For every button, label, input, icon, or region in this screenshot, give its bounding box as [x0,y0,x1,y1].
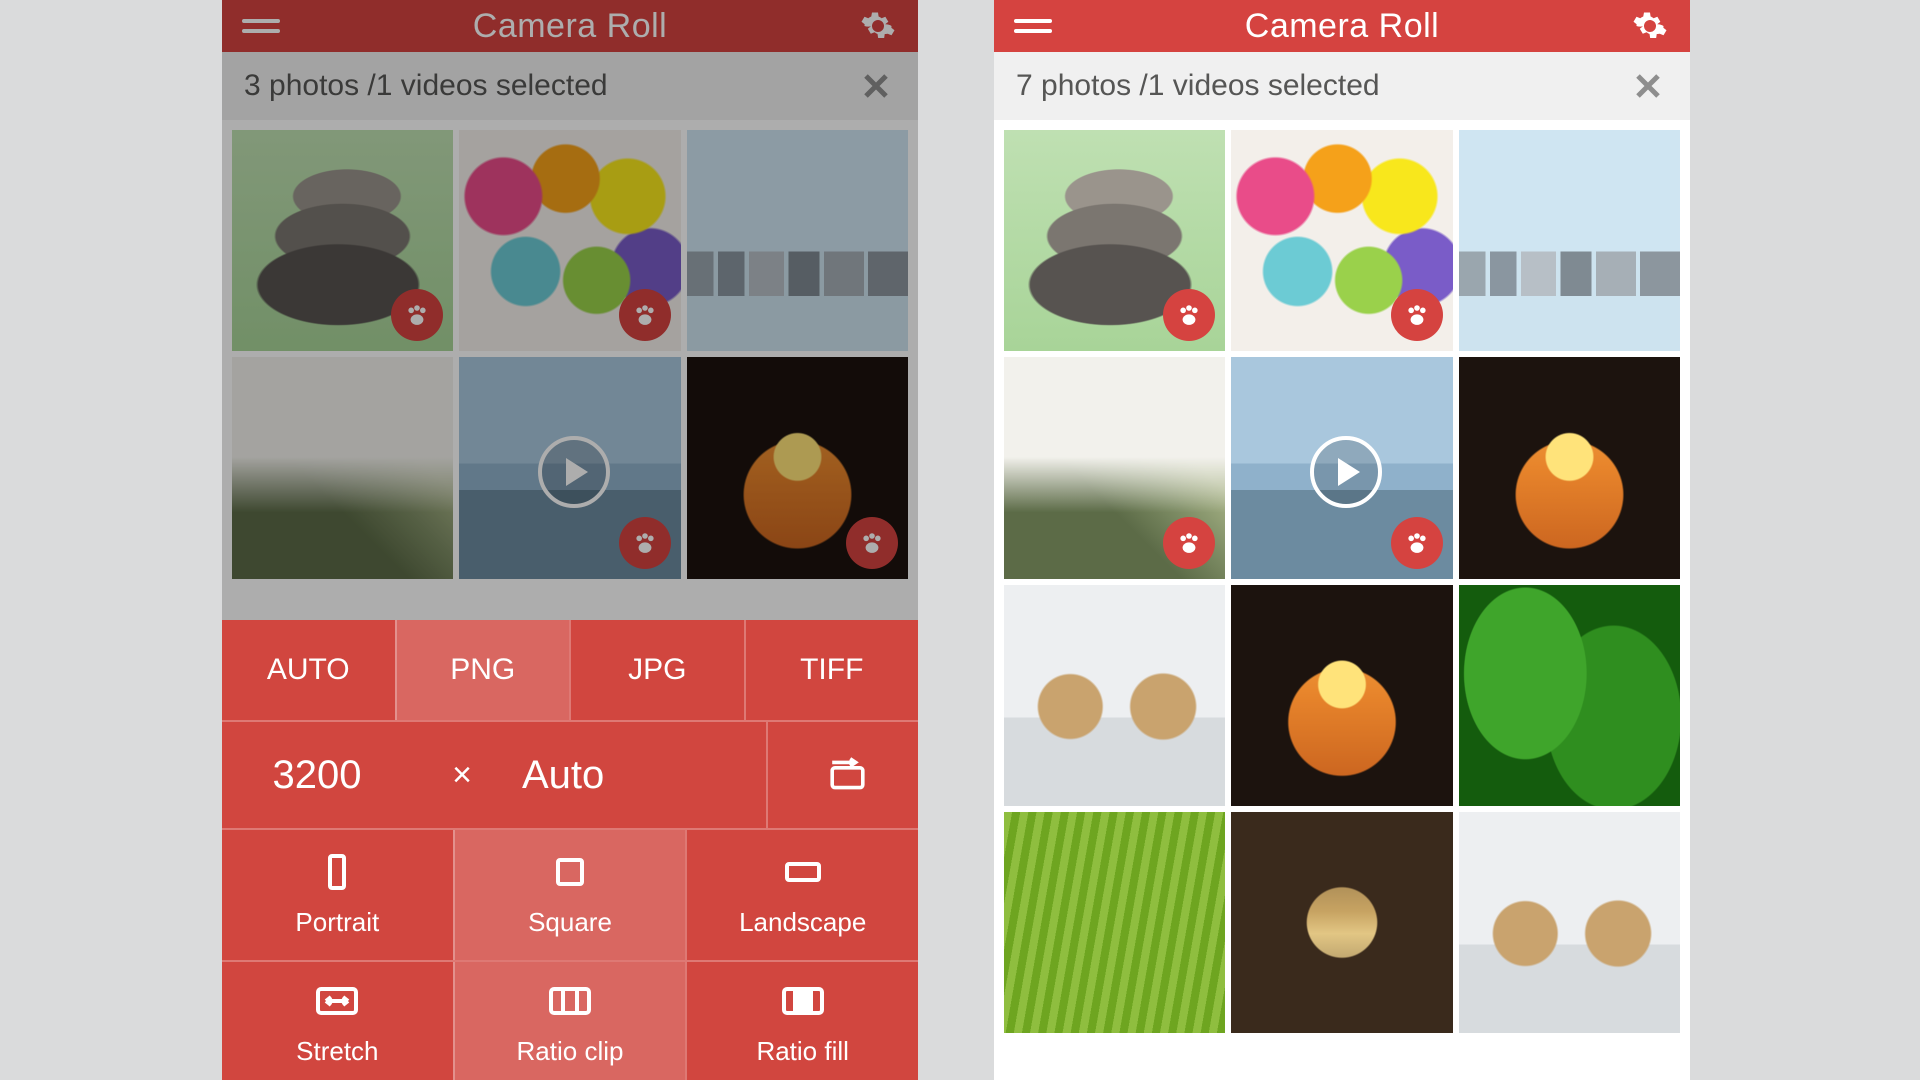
photo-thumbnail[interactable] [1459,357,1680,578]
app-bar: Camera Roll [994,0,1690,52]
fit-label: Ratio fill [756,1036,848,1067]
export-sheet: AUTOPNGJPGTIFF 3200 × Auto Portrait Squar… [222,620,918,1080]
app-bar: Camera Roll [222,0,918,52]
photo-thumbnail[interactable] [1231,130,1452,351]
height-value[interactable]: Auto [512,722,766,828]
square-icon [545,852,595,899]
photo-thumbnail[interactable] [1231,357,1452,578]
close-icon[interactable] [856,66,896,106]
size-row: 3200 × Auto [222,720,918,828]
menu-icon[interactable] [242,6,282,46]
fit-option-ratioclip[interactable]: Ratio clip [453,962,686,1080]
settings-icon[interactable] [858,6,898,46]
photo-thumbnail[interactable] [459,130,680,351]
photo-thumbnail[interactable] [1004,130,1225,351]
format-row: AUTOPNGJPGTIFF [222,620,918,720]
photo-thumbnail[interactable] [1004,585,1225,806]
format-option-tiff[interactable]: TIFF [744,620,919,720]
app-title: Camera Roll [1245,7,1439,46]
ratioclip-icon [545,981,595,1028]
ratiofill-icon [778,981,828,1028]
photo-thumbnail[interactable] [1459,585,1680,806]
format-option-png[interactable]: PNG [395,620,570,720]
photo-thumbnail[interactable] [1231,585,1452,806]
selection-text: 3 photos /1 videos selected [244,69,608,103]
selected-badge-icon[interactable] [1391,517,1443,569]
width-value[interactable]: 3200 [222,722,412,828]
orientation-option-portrait[interactable]: Portrait [222,830,453,960]
format-option-auto[interactable]: AUTO [222,620,395,720]
photo-thumbnail[interactable] [1004,357,1225,578]
photo-grid [222,120,918,579]
selected-badge-icon[interactable] [619,517,671,569]
selection-text: 7 photos /1 videos selected [1016,69,1380,103]
phone-left: Camera Roll 3 photos /1 videos selected … [222,0,918,1080]
selection-bar: 3 photos /1 videos selected [222,52,918,120]
play-icon[interactable] [538,436,610,508]
selected-badge-icon[interactable] [846,517,898,569]
selection-bar: 7 photos /1 videos selected [994,52,1690,120]
settings-icon[interactable] [1630,6,1670,46]
photo-thumbnail[interactable] [1459,812,1680,1033]
selected-badge-icon[interactable] [619,289,671,341]
photo-thumbnail[interactable] [459,357,680,578]
orientation-label: Square [528,907,612,938]
photo-thumbnail[interactable] [1459,130,1680,351]
selected-badge-icon[interactable] [1391,289,1443,341]
selected-badge-icon[interactable] [1163,517,1215,569]
fit-label: Ratio clip [517,1036,624,1067]
orientation-label: Landscape [739,907,866,938]
format-option-jpg[interactable]: JPG [569,620,744,720]
fit-option-ratiofill[interactable]: Ratio fill [685,962,918,1080]
close-icon[interactable] [1628,66,1668,106]
app-title: Camera Roll [473,7,667,46]
menu-icon[interactable] [1014,6,1054,46]
fit-option-stretch[interactable]: Stretch [222,962,453,1080]
orientation-label: Portrait [295,907,379,938]
portrait-icon [312,852,362,899]
photo-thumbnail[interactable] [232,357,453,578]
phone-right: Camera Roll 7 photos /1 videos selected [994,0,1690,1080]
photo-thumbnail[interactable] [1004,812,1225,1033]
swap-orientation-icon[interactable] [766,722,918,828]
fit-row: Stretch Ratio clip Ratio fill [222,960,918,1080]
stretch-icon [312,981,362,1028]
photo-thumbnail[interactable] [232,130,453,351]
landscape-icon [778,852,828,899]
multiply-icon: × [412,722,512,828]
photo-thumbnail[interactable] [687,357,908,578]
orientation-row: Portrait Square Landscape [222,828,918,960]
photo-thumbnail[interactable] [687,130,908,351]
play-icon[interactable] [1310,436,1382,508]
photo-grid [994,120,1690,1033]
orientation-option-square[interactable]: Square [453,830,686,960]
fit-label: Stretch [296,1036,378,1067]
orientation-option-landscape[interactable]: Landscape [685,830,918,960]
photo-thumbnail[interactable] [1231,812,1452,1033]
